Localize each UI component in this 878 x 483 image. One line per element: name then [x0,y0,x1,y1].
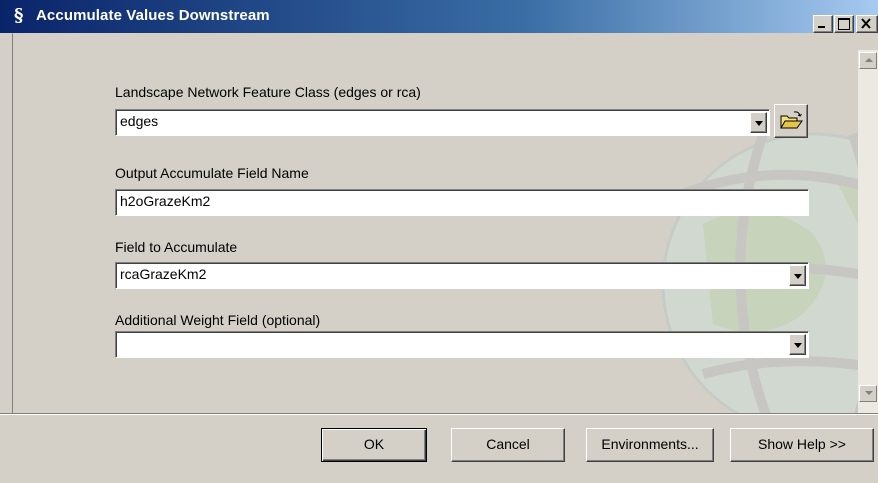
weight-field-select[interactable] [115,331,809,358]
close-button[interactable] [856,15,878,33]
cancel-button[interactable]: Cancel [451,428,565,462]
app-icon: § [14,5,24,26]
field-to-accumulate-label: Field to Accumulate [115,239,238,255]
field-to-accumulate-dropdown-button[interactable] [789,265,806,286]
window-title: Accumulate Values Downstream [36,7,270,24]
maximize-icon [838,18,850,30]
ok-button[interactable]: OK [321,428,427,462]
chevron-down-icon [794,343,802,348]
arrow-up-icon [865,58,873,62]
landscape-network-label: Landscape Network Feature Class (edges o… [115,84,421,100]
landscape-network-value: edges [120,113,159,129]
output-field-label: Output Accumulate Field Name [115,165,309,181]
title-bar[interactable]: § Accumulate Values Downstream [0,0,878,33]
weight-field-label: Additional Weight Field (optional) [115,312,321,328]
scroll-up-button[interactable] [859,52,877,69]
landscape-network-select[interactable]: edges [115,109,770,136]
arrow-down-icon [865,391,873,395]
chevron-down-icon [794,274,802,279]
field-to-accumulate-select[interactable]: rcaGrazeKm2 [115,262,809,289]
minimize-button[interactable] [813,15,833,33]
scroll-down-button[interactable] [859,385,877,402]
close-icon [861,18,871,29]
open-folder-icon [780,111,803,129]
show-help-button[interactable]: Show Help >> [730,428,874,462]
environments-button[interactable]: Environments... [586,428,714,462]
parameters-panel: Landscape Network Feature Class (edges o… [12,33,869,414]
minimize-icon [818,26,825,28]
landscape-network-dropdown-button[interactable] [750,112,767,133]
vertical-scrollbar[interactable] [858,50,878,413]
chevron-down-icon [755,121,763,126]
output-field-input[interactable]: h2oGrazeKm2 [115,189,809,216]
browse-button[interactable] [774,104,808,138]
weight-field-dropdown-button[interactable] [789,334,806,355]
field-to-accumulate-value: rcaGrazeKm2 [120,266,207,282]
divider [0,413,878,415]
maximize-button[interactable] [834,15,854,33]
output-field-value: h2oGrazeKm2 [120,193,211,209]
